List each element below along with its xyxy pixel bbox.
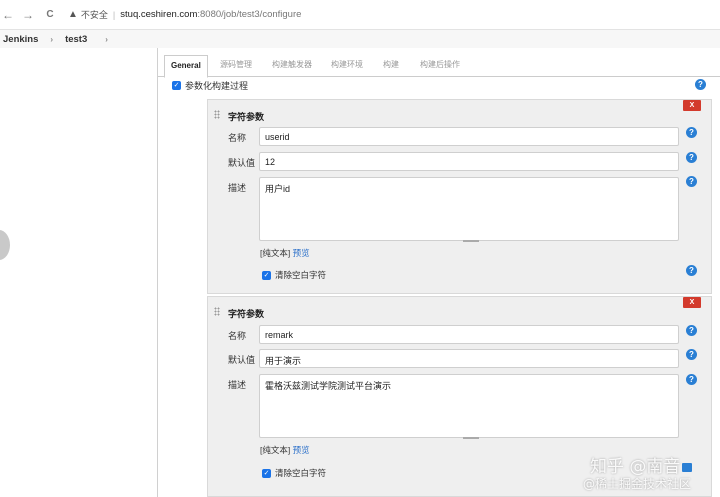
browser-toolbar: ← → C ▲ 不安全 | stuq.ceshiren.com :8080/jo… [0,0,720,30]
url-host: stuq.ceshiren.com [120,9,198,20]
format-hint: [纯文本] 预览 [260,444,310,456]
trim-checkbox[interactable]: ✓ [262,468,271,478]
breadcrumb-test3[interactable]: test3 [65,34,87,45]
trim-toggle[interactable]: ✓ 清除空白字符 [262,269,326,281]
preview-link[interactable]: 预览 [293,445,310,455]
name-label: 名称 [228,133,247,143]
preview-link[interactable]: 预览 [293,248,310,258]
description-textarea[interactable]: 霍格沃兹测试学院测试平台演示 [259,374,679,438]
url-separator: | [112,9,116,20]
watermark-zhihu: 知乎 @南音 [590,457,681,477]
format-plain-text: [纯文本] [260,445,291,455]
url-path: :8080/job/test3/configure [197,9,302,20]
watermark-juejin: @稀土掘金技术社区 [583,477,692,491]
config-tabbar: General 源码管理 构建触发器 构建环境 构建 构建后操作 [158,55,720,78]
address-bar[interactable]: ▲ 不安全 | stuq.ceshiren.com :8080/job/test… [68,4,301,26]
warning-icon[interactable]: ▲ [68,9,78,20]
description-textarea[interactable]: 用户id [259,177,679,241]
format-hint: [纯文本] 预览 [260,247,310,259]
help-icon[interactable]: ? [686,349,697,360]
default-value-label: 默认值 [228,355,256,365]
breadcrumb-arrow-icon[interactable]: › [50,35,53,44]
name-input[interactable]: userid [259,127,679,146]
parameterized-toggle[interactable]: ✓ 参数化构建过程 [172,79,248,92]
name-input[interactable]: remark [259,325,679,344]
reload-icon[interactable]: C [42,9,58,20]
textarea-resize-handle[interactable] [463,240,479,242]
side-panel-handle[interactable] [0,230,10,260]
default-value-label: 默认值 [228,158,256,168]
description-label: 描述 [228,183,247,193]
tab-scm[interactable]: 源码管理 [214,55,258,77]
parameter-title: 字符参数 [228,309,265,319]
help-icon[interactable]: ? [686,374,697,385]
back-arrow-icon[interactable]: ← [0,8,16,22]
string-parameter-block: 字符参数 X 名称 userid 默认值 12 描述 用户id [纯文本] 预览… [207,99,712,294]
help-icon[interactable]: ? [686,127,697,138]
help-icon[interactable]: ? [686,152,697,163]
default-value-input[interactable]: 12 [259,152,679,171]
trim-label: 清除空白字符 [275,468,327,478]
breadcrumb-arrow-icon[interactable]: › [105,35,108,44]
drag-handle-icon[interactable] [214,110,220,119]
tab-post-build[interactable]: 构建后操作 [414,55,466,77]
delete-parameter-button[interactable]: X [683,100,701,111]
tab-general[interactable]: General [164,55,208,78]
name-label: 名称 [228,331,247,341]
trim-label: 清除空白字符 [275,270,327,280]
format-plain-text: [纯文本] [260,248,291,258]
help-icon[interactable]: ? [686,176,697,187]
configure-panel: General 源码管理 构建触发器 构建环境 构建 构建后操作 ✓ 参数化构建… [157,48,720,497]
tab-triggers[interactable]: 构建触发器 [266,55,318,77]
parameterized-checkbox[interactable]: ✓ [172,81,181,90]
parameterized-label: 参数化构建过程 [185,81,249,91]
forward-arrow-icon[interactable]: → [20,8,36,22]
insecure-label[interactable]: 不安全 [81,8,108,21]
tab-build[interactable]: 构建 [377,55,405,77]
default-value-input[interactable]: 用于演示 [259,349,679,368]
list-icon[interactable] [682,463,692,472]
description-label: 描述 [228,380,247,390]
trim-checkbox[interactable]: ✓ [262,270,271,280]
drag-handle-icon[interactable] [214,307,220,316]
help-icon[interactable]: ? [686,265,697,276]
tab-build-env[interactable]: 构建环境 [325,55,369,77]
breadcrumb: Jenkins › test3 › [0,30,720,48]
trim-toggle[interactable]: ✓ 清除空白字符 [262,467,326,479]
help-icon[interactable]: ? [686,325,697,336]
parameter-title: 字符参数 [228,112,265,122]
delete-parameter-button[interactable]: X [683,297,701,308]
help-icon[interactable]: ? [695,79,706,90]
textarea-resize-handle[interactable] [463,437,479,439]
breadcrumb-jenkins[interactable]: Jenkins [3,34,38,45]
